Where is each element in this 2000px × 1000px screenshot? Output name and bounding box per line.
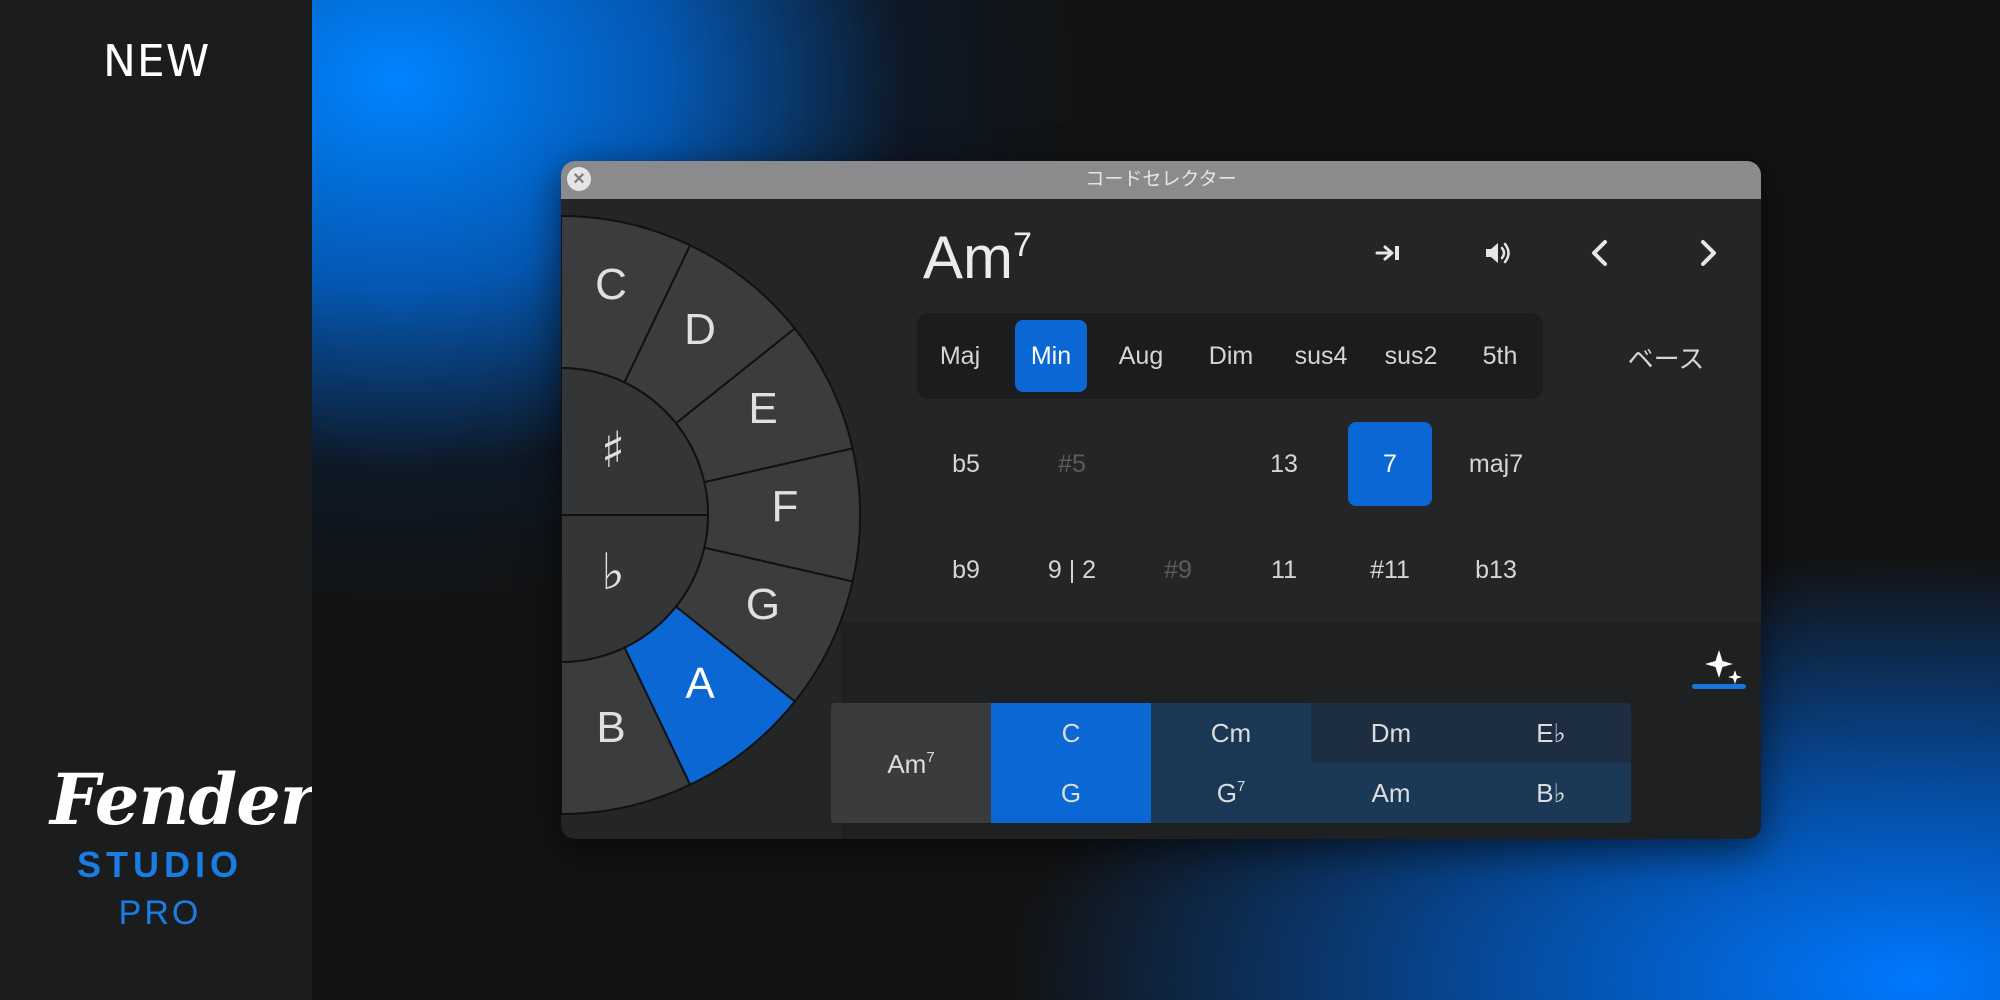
suggestion-g[interactable]: G — [991, 778, 1151, 809]
wheel-label-a: A — [685, 659, 715, 708]
prev-icon — [1592, 240, 1607, 266]
ext-b5[interactable]: b5 — [924, 422, 1008, 506]
chord-extension: 7 — [1013, 226, 1032, 264]
current-ext: 7 — [926, 749, 935, 766]
quality-sus4[interactable]: sus4 — [1283, 320, 1359, 392]
current-root: Am — [887, 749, 927, 779]
ext-11[interactable]: 11 — [1242, 528, 1326, 612]
bass-button[interactable]: ベース — [1611, 339, 1721, 376]
wheel-label-c: C — [595, 260, 627, 309]
logo-studio: STUDIO — [76, 844, 243, 885]
sparkle-tab-indicator — [1692, 684, 1746, 689]
next-icon — [1701, 240, 1716, 266]
quality-5th[interactable]: 5th — [1463, 320, 1537, 392]
logo-pro: PRO — [118, 894, 202, 932]
chord-name-display: Am7 — [923, 223, 1032, 292]
wheel-label-flat: ♭ — [601, 543, 625, 601]
quality-maj[interactable]: Maj — [925, 320, 995, 392]
chord-selector-window: × コードセレクター C D E F G A B ♯ ♭ Am7 Maj Min… — [561, 161, 1761, 839]
ext-maj7[interactable]: maj7 — [1454, 422, 1538, 506]
play-sound-button[interactable] — [1475, 231, 1519, 275]
suggestion-cm[interactable]: Cm — [1151, 718, 1311, 749]
wheel-label-d: D — [684, 305, 716, 354]
ext-7[interactable]: 7 — [1348, 422, 1432, 506]
ext-9-2[interactable]: 9 | 2 — [1030, 528, 1114, 612]
wheel-label-e: E — [748, 384, 777, 433]
suggestion-g7[interactable]: G7 — [1151, 778, 1311, 809]
new-label: NEW — [103, 36, 211, 87]
wheel-label-f: F — [772, 482, 799, 531]
title-bar[interactable]: × コードセレクター — [561, 161, 1761, 199]
previous-chord-button[interactable] — [1579, 231, 1623, 275]
suggestion-bb[interactable]: B♭ — [1471, 778, 1631, 809]
logo-script: Fender — [50, 758, 317, 841]
quality-sus2[interactable]: sus2 — [1373, 320, 1449, 392]
wheel-label-sharp: ♯ — [601, 421, 625, 479]
quality-min[interactable]: Min — [1015, 320, 1087, 392]
next-chord-button[interactable] — [1685, 231, 1729, 275]
chord-suggestions: Am7 C Cm Dm E♭ G G7 Am B♭ — [831, 703, 1631, 823]
suggestion-dm[interactable]: Dm — [1311, 718, 1471, 749]
quality-aug[interactable]: Aug — [1105, 320, 1177, 392]
quality-selector: Maj Min Aug Dim sus4 sus2 5th — [917, 313, 1543, 399]
quality-dim[interactable]: Dim — [1195, 320, 1267, 392]
ext-sharp5: #5 — [1058, 450, 1086, 478]
speaker-icon — [1486, 242, 1510, 264]
ext-b13[interactable]: b13 — [1454, 528, 1538, 612]
suggestion-am[interactable]: Am — [1311, 778, 1471, 809]
wheel-label-b: B — [596, 703, 625, 752]
close-icon[interactable]: × — [567, 167, 591, 191]
ext-sharp11[interactable]: #11 — [1348, 528, 1432, 612]
ext-13[interactable]: 13 — [1242, 422, 1326, 506]
fender-studio-pro-logo: Fender STUDIO PRO — [50, 758, 317, 933]
ext-b9[interactable]: b9 — [924, 528, 1008, 612]
chord-root: Am — [923, 224, 1013, 291]
wheel-label-g: G — [746, 580, 780, 629]
suggestion-c[interactable]: C — [991, 718, 1151, 749]
insert-button[interactable] — [1367, 231, 1411, 275]
insert-icon — [1375, 245, 1399, 261]
window-title: コードセレクター — [1085, 169, 1237, 190]
suggestion-eb[interactable]: E♭ — [1471, 718, 1631, 749]
suggestion-current-label: Am7 — [831, 749, 991, 780]
brand-sidebar: NEW Fender STUDIO PRO — [0, 0, 317, 1000]
ext-sharp9: #9 — [1164, 556, 1192, 584]
suggestion-current[interactable]: Am7 — [831, 703, 991, 823]
